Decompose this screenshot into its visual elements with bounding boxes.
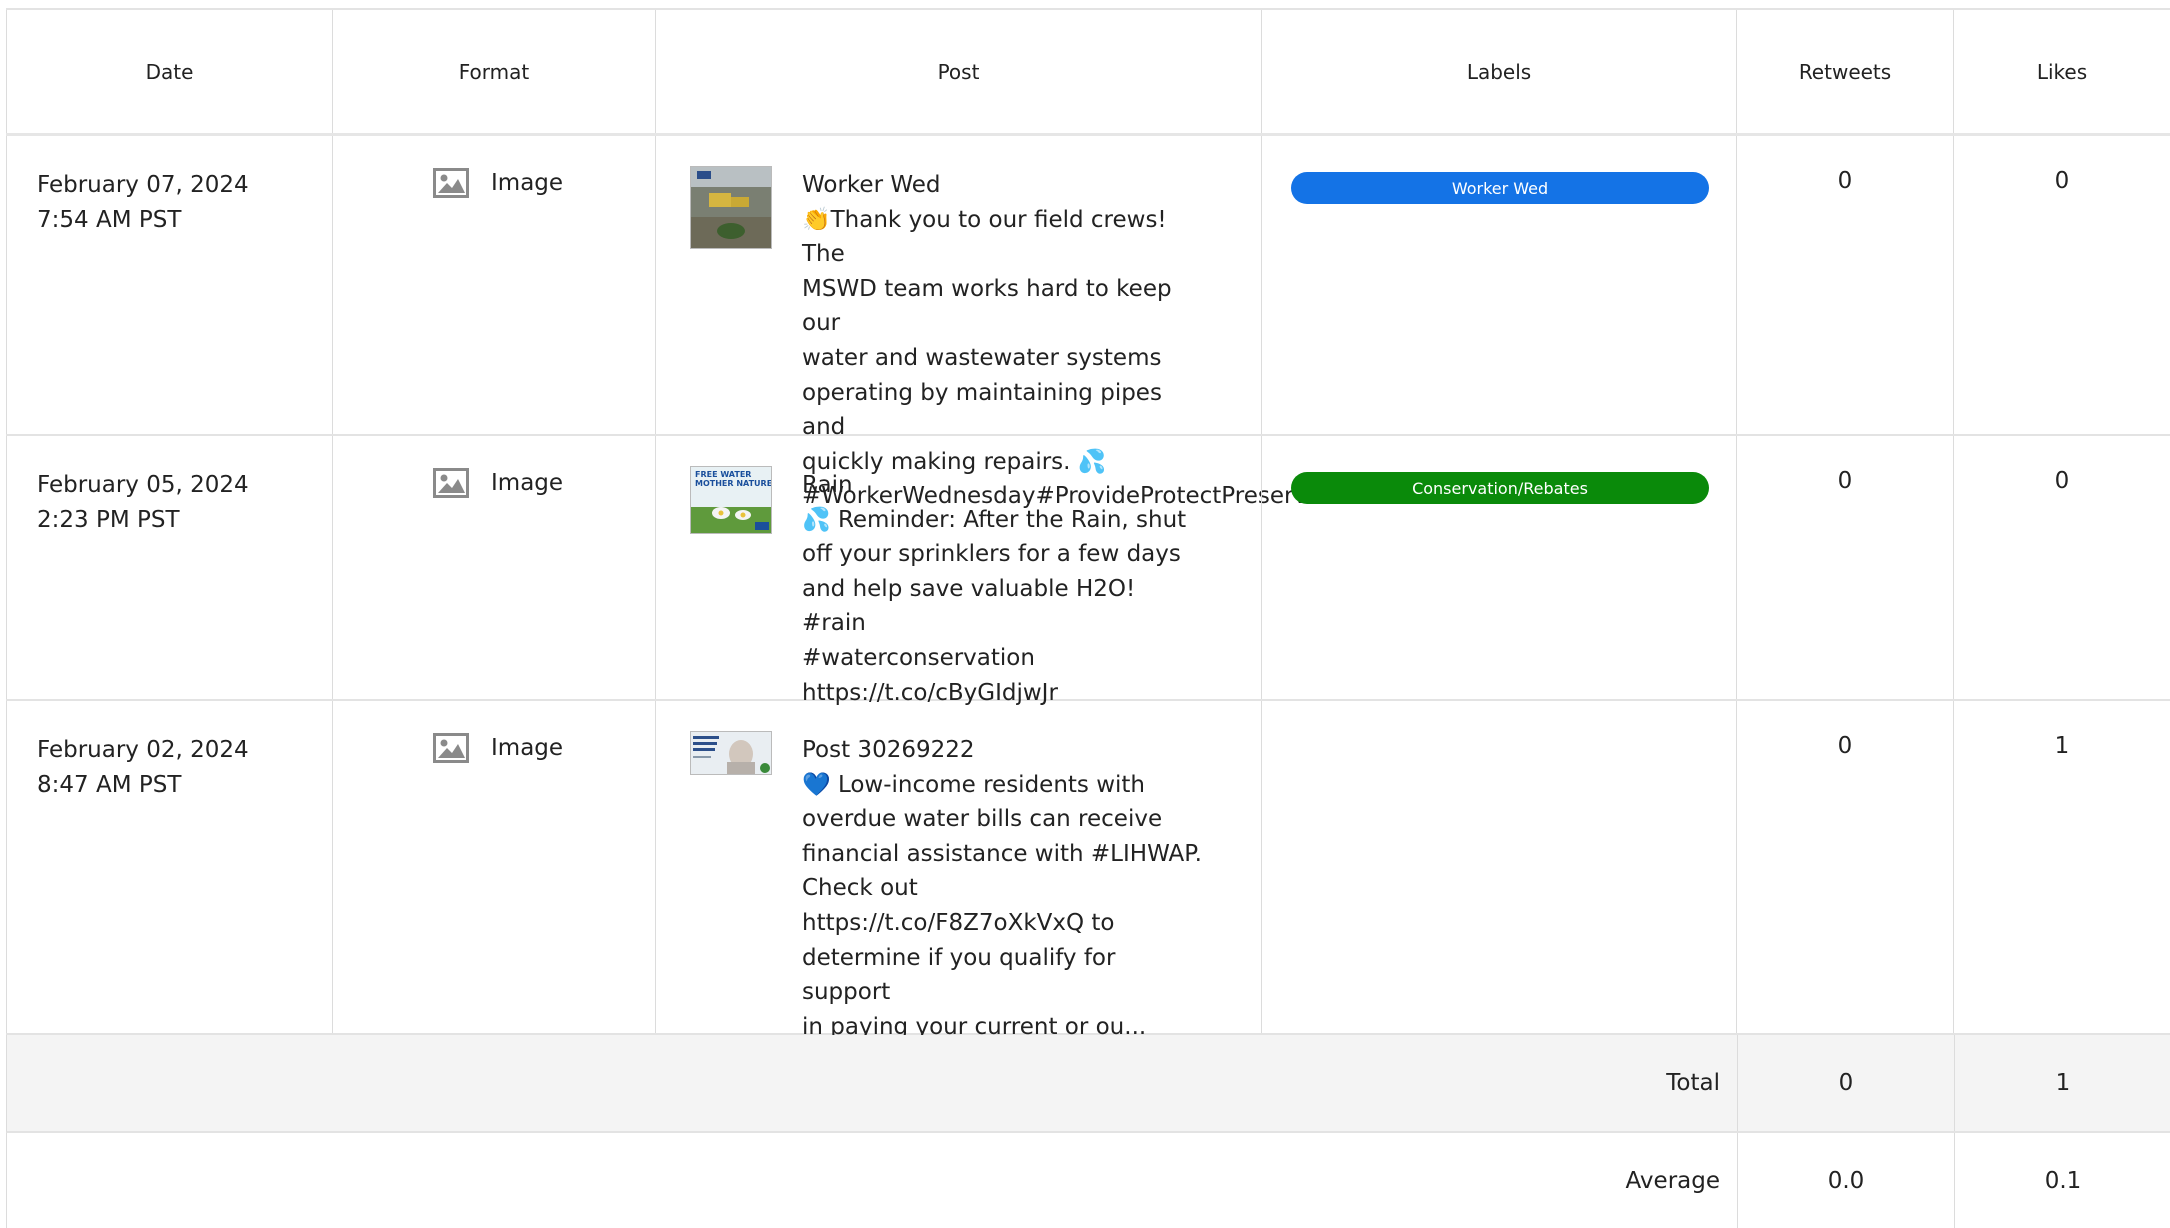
likes-cell: 1: [1953, 701, 2170, 1033]
label-text: Conservation/Rebates: [1412, 478, 1588, 498]
svg-text:FREE WATER: FREE WATER: [695, 470, 751, 479]
header-label: Format: [458, 59, 530, 84]
date-cell: February 05, 2024 2:23 PM PST: [6, 436, 332, 699]
total-label: Total: [1666, 1070, 1720, 1096]
table-row: February 02, 2024 8:47 AM PST Image Post…: [6, 701, 2170, 1040]
header-label: Retweets: [1798, 59, 1892, 84]
total-retweets: 0: [1737, 1035, 1954, 1131]
post-cell: Worker Wed 👏Thank you to our field crews…: [655, 136, 1343, 509]
header-label: Likes: [2036, 59, 2088, 84]
retweets-cell: 0: [1736, 701, 1953, 1033]
total-likes: 1: [1954, 1035, 2170, 1131]
post-date: February 07, 2024: [37, 172, 249, 198]
image-icon: [433, 733, 469, 763]
column-header-format[interactable]: Format: [332, 10, 655, 133]
post-title[interactable]: Rain: [802, 468, 1202, 503]
date-cell: February 02, 2024 8:47 AM PST: [6, 701, 332, 1033]
format-label: Image: [491, 170, 564, 196]
post-title[interactable]: Worker Wed: [802, 168, 1202, 203]
labels-cell: Worker Wed: [1261, 136, 1736, 434]
column-header-likes[interactable]: Likes: [1953, 10, 2170, 133]
format-label: Image: [491, 735, 564, 761]
likes-cell: 0: [1953, 436, 2170, 699]
svg-text:MOTHER NATURE: MOTHER NATURE: [695, 479, 772, 488]
image-icon: [433, 468, 469, 498]
post-time: 7:54 AM PST: [37, 207, 182, 233]
post-thumbnail[interactable]: [690, 731, 772, 775]
post-cell: FREE WATER MOTHER NATURE Rain 💦 Reminder…: [655, 436, 1261, 706]
likes-cell: 0: [1953, 136, 2170, 434]
retweets-count: 0: [1837, 168, 1853, 194]
post-date: February 02, 2024: [37, 737, 249, 763]
total-row: Total 0 1: [6, 1035, 2170, 1133]
average-retweets: 0.0: [1737, 1133, 1954, 1228]
label-text: Worker Wed: [1451, 178, 1549, 198]
posts-table: Date Format Post Labels Retweets Likes F…: [6, 8, 2170, 1228]
label-badge[interactable]: Conservation/Rebates: [1291, 472, 1709, 504]
post-time: 8:47 AM PST: [37, 772, 182, 798]
retweets-count: 0: [1837, 733, 1853, 759]
post-body: 💙 Low-income residents with overdue wate…: [802, 771, 1202, 1040]
header-label: Date: [145, 59, 194, 84]
column-header-labels[interactable]: Labels: [1261, 10, 1736, 133]
likes-count: 0: [2054, 168, 2070, 194]
format-cell: Image: [332, 436, 655, 699]
post-thumbnail[interactable]: [690, 166, 772, 249]
format-label: Image: [491, 470, 564, 496]
labels-cell: Conservation/Rebates: [1261, 436, 1736, 699]
table-header: Date Format Post Labels Retweets Likes: [6, 8, 2170, 136]
likes-count: 1: [2054, 733, 2070, 759]
label-badge[interactable]: Worker Wed: [1291, 172, 1709, 204]
column-header-post[interactable]: Post: [655, 10, 1261, 133]
image-icon: [433, 168, 469, 198]
post-title[interactable]: Post 30269222: [802, 733, 1202, 768]
table-row: February 05, 2024 2:23 PM PST Image FREE…: [6, 436, 2170, 706]
date-cell: February 07, 2024 7:54 AM PST: [6, 136, 332, 434]
average-label: Average: [1625, 1167, 1720, 1194]
column-header-date[interactable]: Date: [6, 10, 332, 133]
format-cell: Image: [332, 701, 655, 1033]
average-likes: 0.1: [1954, 1133, 2170, 1228]
post-thumbnail[interactable]: FREE WATER MOTHER NATURE: [690, 466, 772, 534]
format-cell: Image: [332, 136, 655, 434]
post-date: February 05, 2024: [37, 472, 249, 498]
labels-cell: [1261, 701, 1736, 1033]
post-body: 💦 Reminder: After the Rain, shut off you…: [802, 506, 1187, 706]
post-cell: Post 30269222 💙 Low-income residents wit…: [655, 701, 1261, 1040]
average-row: Average 0.0 0.1: [6, 1133, 2170, 1228]
header-label: Labels: [1466, 59, 1532, 84]
retweets-count: 0: [1837, 468, 1853, 494]
likes-count: 0: [2054, 468, 2070, 494]
table-row: February 07, 2024 7:54 AM PST Image Work…: [6, 136, 2170, 509]
header-label: Post: [937, 59, 980, 84]
post-time: 2:23 PM PST: [37, 507, 180, 533]
retweets-cell: 0: [1736, 436, 1953, 699]
column-header-retweets[interactable]: Retweets: [1736, 10, 1953, 133]
retweets-cell: 0: [1736, 136, 1953, 434]
